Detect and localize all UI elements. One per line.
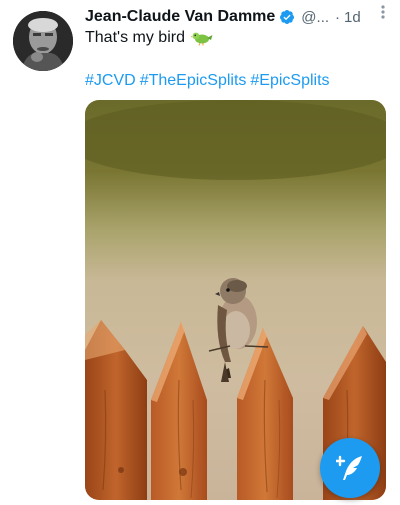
author-handle[interactable]: @...: [301, 9, 329, 26]
compose-tweet-button[interactable]: [320, 438, 380, 498]
verified-badge-icon: [280, 10, 295, 24]
hashtag-link[interactable]: #JCVD: [85, 72, 136, 89]
tweet-header: Jean-Claude Van Damme @... · 1d: [85, 6, 390, 28]
tweet-timestamp[interactable]: 1d: [344, 9, 361, 26]
separator-dot: ·: [335, 8, 341, 26]
author-avatar-image: [13, 11, 73, 71]
author-name[interactable]: Jean-Claude Van Damme: [85, 8, 275, 26]
author-avatar[interactable]: [13, 11, 73, 71]
tweet-text: That's my bird: [85, 29, 213, 47]
hashtag-link[interactable]: #TheEpicSplits: [140, 72, 247, 89]
compose-tweet-icon: [336, 455, 362, 480]
hashtag-list: #JCVD #TheEpicSplits #EpicSplits: [85, 72, 334, 90]
bird-emoji-icon: [190, 32, 213, 46]
hashtag-link[interactable]: #EpicSplits: [250, 72, 329, 89]
tweet-text-content: That's my bird: [85, 29, 185, 46]
more-vertical-icon[interactable]: [380, 4, 386, 24]
